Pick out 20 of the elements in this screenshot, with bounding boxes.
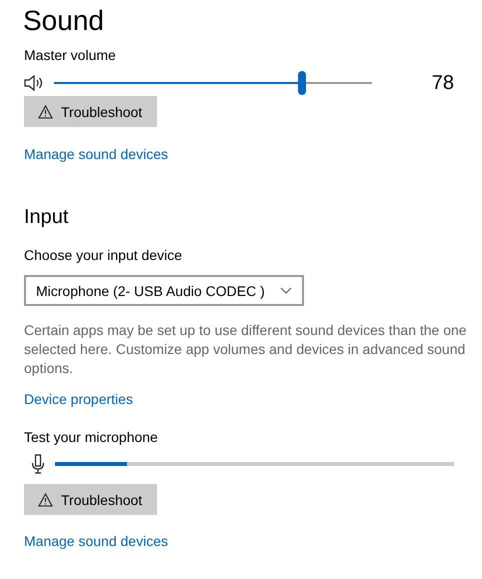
description-text: Certain apps may be set up to use different sound devices than the one selected here. Customize app volumes and devices in advanced sound options. [24, 321, 468, 378]
speaker-icon [24, 75, 44, 91]
manage-devices-link[interactable]: Manage sound devices [24, 145, 168, 163]
troubleshoot-button[interactable]: Troubleshoot [24, 96, 158, 127]
slider-thumb[interactable] [298, 71, 306, 95]
test-microphone-label: Test your microphone [24, 428, 158, 446]
warning-icon [38, 104, 53, 118]
warning-icon [38, 492, 53, 506]
page-title: Sound [23, 4, 104, 38]
device-properties-link[interactable]: Device properties [24, 390, 133, 408]
input-device-label: Choose your input device [24, 246, 182, 264]
manage-devices-link[interactable]: Manage sound devices [24, 532, 168, 550]
chevron-icon [280, 287, 292, 294]
input-device-dropdown[interactable]: Microphone (2- USB Audio CODEC ) [24, 275, 304, 306]
section-heading: Input [24, 205, 68, 230]
troubleshoot-button[interactable]: Troubleshoot [24, 484, 158, 515]
master-volume-label: Master volume [24, 46, 116, 64]
volume-reading: 78 [432, 72, 454, 94]
microphone-icon [31, 454, 45, 474]
volume-slider[interactable] [54, 71, 372, 95]
